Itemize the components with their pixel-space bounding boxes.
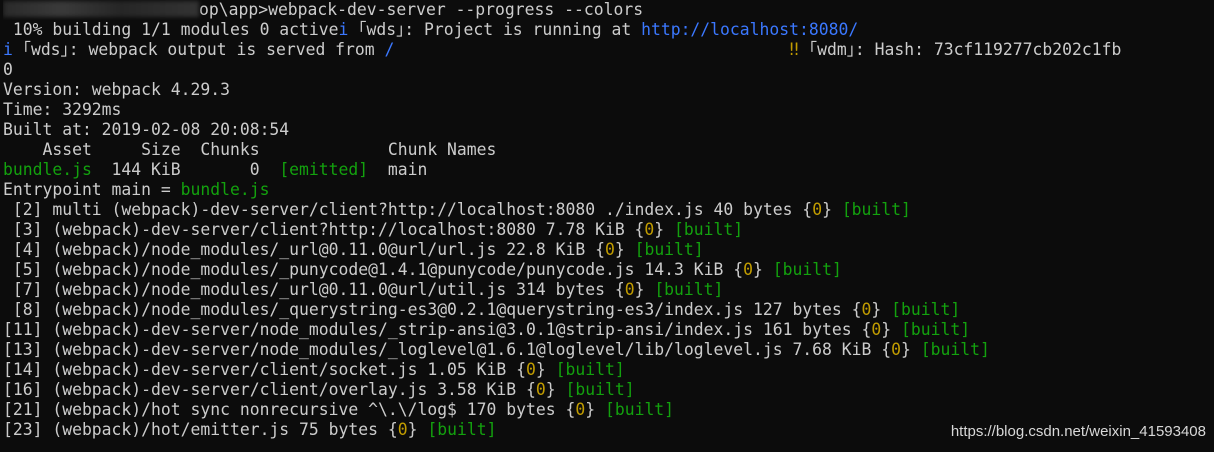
terminal-text: [3] (webpack)-dev-server/client?http://l… bbox=[3, 220, 645, 239]
terminal-line: [21] (webpack)/hot sync nonrecursive ^\.… bbox=[3, 400, 1214, 420]
terminal-text: } bbox=[752, 260, 773, 279]
terminal-text: } bbox=[545, 380, 566, 399]
terminal-line: [14] (webpack)-dev-server/client/socket.… bbox=[3, 360, 1214, 380]
terminal-text: [built] bbox=[565, 380, 635, 399]
terminal-text: ｢wds｣: webpack output is served from bbox=[22, 40, 385, 59]
terminal-line: Entrypoint main = bundle.js bbox=[3, 180, 1214, 200]
terminal-text: 0 bbox=[526, 360, 536, 379]
terminal-text: 0 bbox=[604, 240, 615, 259]
terminal-text: bundle.js bbox=[180, 180, 270, 199]
terminal-text: } bbox=[614, 240, 635, 259]
terminal-text: / bbox=[384, 40, 395, 59]
terminal-text: 0 bbox=[3, 60, 13, 79]
terminal-line: [16] (webpack)-dev-server/client/overlay… bbox=[3, 380, 1214, 400]
terminal-text: http://localhost:8080/ bbox=[641, 20, 859, 39]
terminal-text: [built] bbox=[891, 300, 961, 319]
terminal-line: [11] (webpack)-dev-server/node_modules/_… bbox=[3, 320, 1214, 340]
terminal-text: i bbox=[338, 20, 359, 39]
terminal-text: [11] (webpack)-dev-server/node_modules/_… bbox=[3, 320, 872, 339]
watermark: https://blog.csdn.net/weixin_41593408 bbox=[950, 423, 1206, 440]
terminal-line: [8] (webpack)/node_modules/_querystring-… bbox=[3, 300, 1214, 320]
terminal-text: } bbox=[585, 400, 605, 419]
terminal-text: 0 bbox=[812, 200, 823, 219]
terminal-line: [7] (webpack)/node_modules/_url@0.11.0@u… bbox=[3, 280, 1214, 300]
terminal-output[interactable]: op\app>webpack-dev-server --progress --c… bbox=[3, 0, 1214, 452]
terminal-text: 10% building 1/1 modules 0 active bbox=[3, 20, 339, 39]
terminal-text: 0 bbox=[644, 220, 655, 239]
terminal-text: } bbox=[634, 280, 655, 299]
terminal-text: } bbox=[881, 320, 902, 339]
terminal-text: [16] (webpack)-dev-server/client/overlay… bbox=[3, 380, 536, 399]
terminal-text: [14] (webpack)-dev-server/client/socket.… bbox=[3, 360, 527, 379]
terminal-line: Built at: 2019-02-08 20:08:54 bbox=[3, 120, 1214, 140]
terminal-text: } bbox=[407, 420, 428, 439]
terminal-line: Time: 3292ms bbox=[3, 100, 1214, 120]
terminal-text: [4] (webpack)/node_modules/_url@0.11.0@u… bbox=[3, 240, 605, 259]
terminal-text: ｢wds｣: Project is running at bbox=[358, 20, 642, 39]
terminal-text: [13] (webpack)-dev-server/node_modules/_… bbox=[3, 340, 892, 359]
terminal-text: [built] bbox=[634, 240, 704, 259]
terminal-text: 0 bbox=[397, 420, 408, 439]
terminal-text: } bbox=[871, 300, 892, 319]
terminal-text: [built] bbox=[841, 200, 911, 219]
terminal-text: [built] bbox=[555, 360, 625, 379]
terminal-text: [5] (webpack)/node_modules/_punycode@1.4… bbox=[3, 260, 744, 279]
terminal-text: [built] bbox=[901, 320, 971, 339]
redacted-path bbox=[3, 1, 199, 17]
terminal-text: } bbox=[535, 360, 556, 379]
terminal-line: [2] multi (webpack)-dev-server/client?ht… bbox=[3, 200, 1214, 220]
terminal-text: ｢wdm｣: Hash: 73cf119277cb202c1fb bbox=[808, 40, 1122, 59]
terminal-text: op\app>webpack-dev-server --progress --c… bbox=[199, 0, 644, 19]
terminal-text: } bbox=[901, 340, 921, 359]
terminal-line: 10% building 1/1 modules 0 activei ｢wds｣… bbox=[3, 20, 1214, 40]
terminal-line: bundle.js 144 KiB 0 [emitted] main bbox=[3, 160, 1214, 180]
terminal-text: bundle.js bbox=[3, 160, 92, 179]
terminal-text: [23] (webpack)/hot/emitter.js 75 bytes { bbox=[3, 420, 398, 439]
terminal-text: 0 bbox=[871, 320, 882, 339]
terminal-line: Asset Size Chunks Chunk Names bbox=[3, 140, 1214, 160]
terminal-line: op\app>webpack-dev-server --progress --c… bbox=[3, 0, 1214, 20]
terminal-text: 0 bbox=[891, 340, 901, 359]
terminal-text: 0 bbox=[535, 380, 546, 399]
terminal-text: [built] bbox=[772, 260, 842, 279]
terminal-text: [built] bbox=[427, 420, 497, 439]
terminal-text: 144 KiB 0 bbox=[91, 160, 280, 179]
terminal-text: Time: 3292ms bbox=[3, 100, 122, 119]
terminal-text: main bbox=[368, 160, 428, 179]
terminal-line: 0 bbox=[3, 60, 1214, 80]
terminal-line: [5] (webpack)/node_modules/_punycode@1.4… bbox=[3, 260, 1214, 280]
terminal-text: Version: webpack 4.29.3 bbox=[3, 80, 230, 99]
terminal-text: 0 bbox=[743, 260, 753, 279]
terminal-text: } bbox=[822, 200, 842, 219]
terminal-text: Asset Size Chunks Chunk Names bbox=[3, 140, 497, 159]
terminal-text: [built] bbox=[654, 280, 724, 299]
terminal-line: [3] (webpack)-dev-server/client?http://l… bbox=[3, 220, 1214, 240]
terminal-text: 0 bbox=[861, 300, 872, 319]
terminal-line: i ｢wds｣: webpack output is served from /… bbox=[3, 40, 1214, 60]
terminal-text: ‼ bbox=[789, 40, 809, 59]
terminal-text: } bbox=[654, 220, 675, 239]
terminal-text: [21] (webpack)/hot sync nonrecursive ^\.… bbox=[3, 400, 576, 419]
terminal-line: Version: webpack 4.29.3 bbox=[3, 80, 1214, 100]
terminal-text: i bbox=[3, 40, 23, 59]
terminal-text: 0 bbox=[624, 280, 635, 299]
terminal-text: Built at: 2019-02-08 20:08:54 bbox=[3, 120, 290, 139]
terminal-text: [built] bbox=[920, 340, 990, 359]
terminal-line: [4] (webpack)/node_modules/_url@0.11.0@u… bbox=[3, 240, 1214, 260]
terminal-text: 0 bbox=[575, 400, 586, 419]
terminal-text: [2] multi (webpack)-dev-server/client?ht… bbox=[3, 200, 813, 219]
terminal-line: [13] (webpack)-dev-server/node_modules/_… bbox=[3, 340, 1214, 360]
terminal-text: [built] bbox=[674, 220, 744, 239]
terminal-text: [7] (webpack)/node_modules/_url@0.11.0@u… bbox=[3, 280, 625, 299]
terminal-text: Entrypoint main = bbox=[3, 180, 181, 199]
terminal-text: [built] bbox=[604, 400, 675, 419]
terminal-text: [8] (webpack)/node_modules/_querystring-… bbox=[3, 300, 862, 319]
terminal-text: [emitted] bbox=[279, 160, 369, 179]
